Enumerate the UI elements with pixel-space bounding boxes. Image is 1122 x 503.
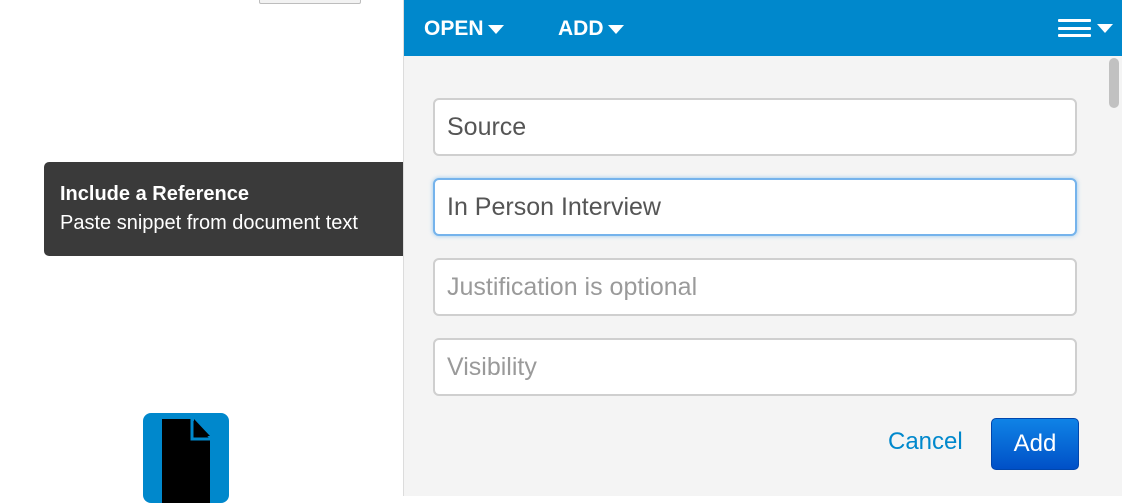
left-area: Include a Reference Paste snippet from d… [0,0,419,503]
justification-input[interactable] [433,258,1077,316]
document-icon [162,419,210,503]
annotation-panel: OPEN ADD Cancel Add [403,0,1122,496]
document-tile[interactable] [143,413,229,503]
reference-tooltip: Include a Reference Paste snippet from d… [44,162,419,256]
hamburger-menu-icon [1058,19,1091,37]
open-menu[interactable]: OPEN [424,16,504,42]
add-menu[interactable]: ADD [558,16,624,42]
tooltip-title: Include a Reference [60,183,249,205]
scrollbar-thumb[interactable] [1109,58,1119,108]
add-menu-label: ADD [558,17,604,40]
caret-down-icon [607,24,624,34]
reference-input[interactable] [433,178,1077,236]
scrollbar[interactable] [1107,56,1120,496]
tooltip-body: Paste snippet from document text [60,212,358,234]
add-button[interactable]: Add [991,418,1079,470]
cancel-button[interactable]: Cancel [888,428,963,456]
hamburger-menu-button[interactable] [1058,19,1113,37]
toolbar: OPEN ADD [404,0,1122,56]
caret-down-icon [1097,23,1113,33]
partial-button[interactable] [259,0,361,4]
source-input[interactable] [433,98,1077,156]
caret-down-icon [487,24,504,34]
visibility-input[interactable] [433,338,1077,396]
open-menu-label: OPEN [424,17,484,40]
